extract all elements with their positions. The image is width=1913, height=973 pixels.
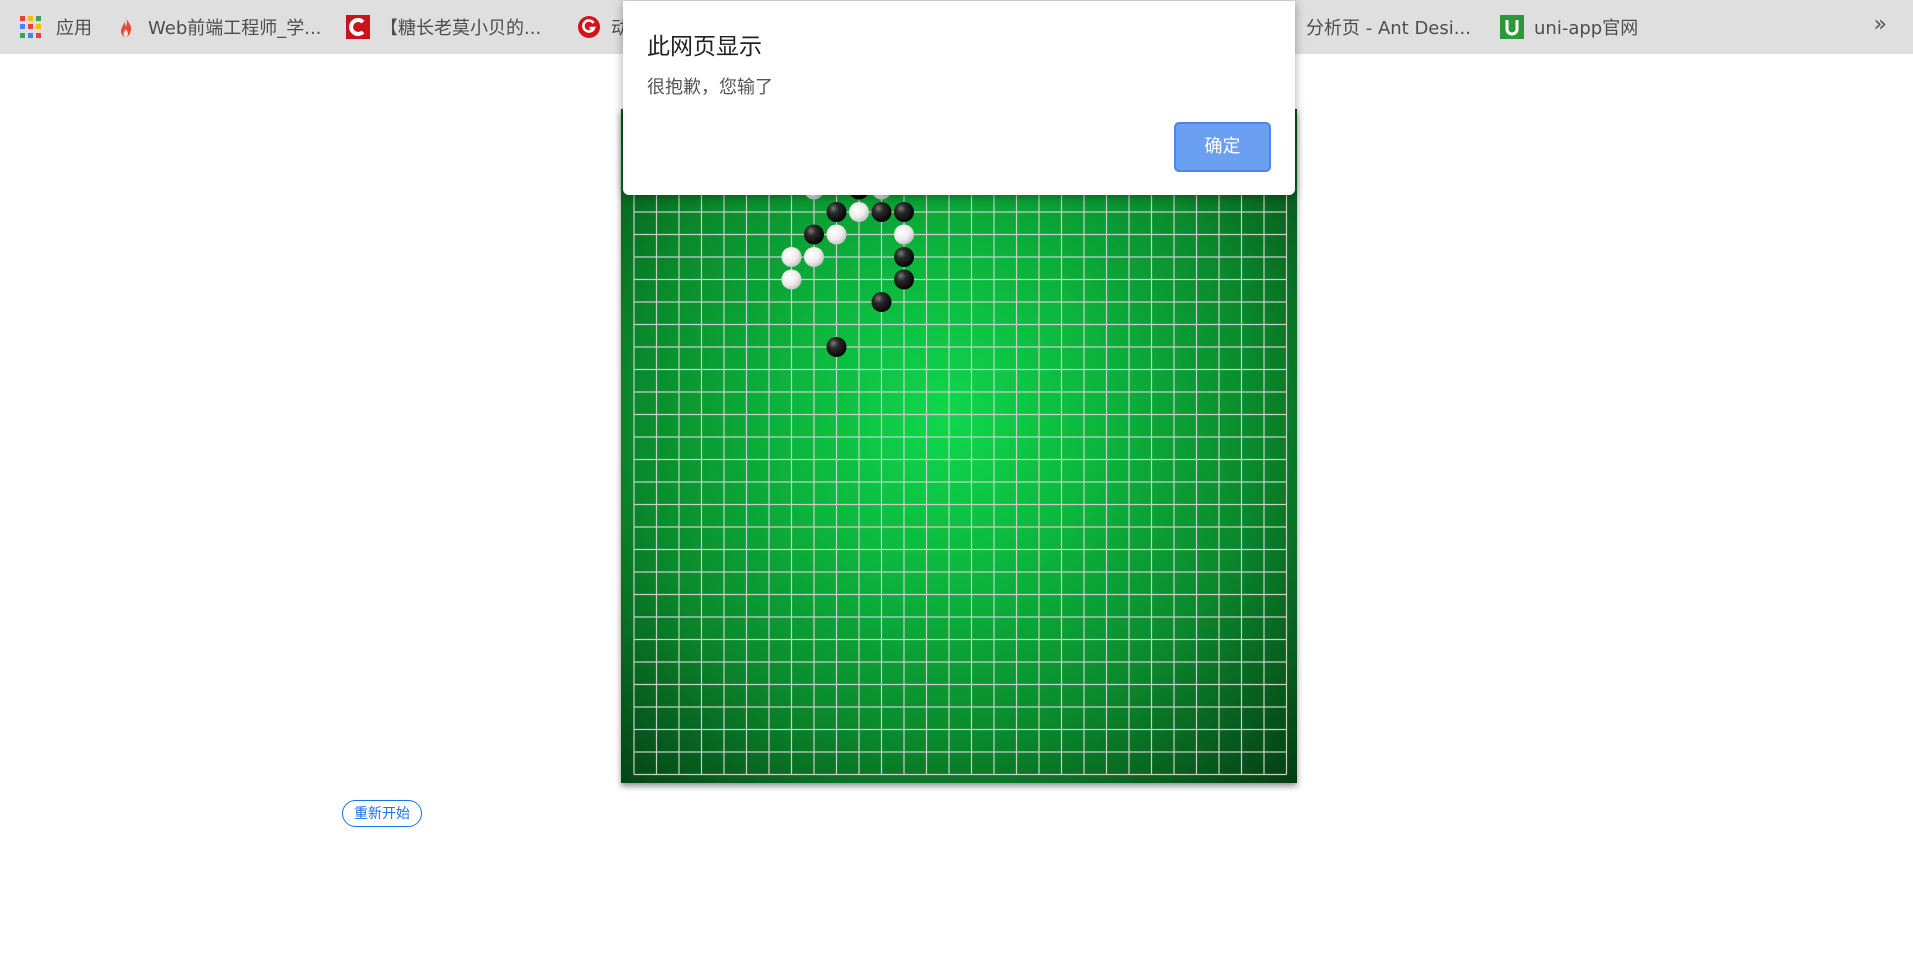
white-stone	[894, 224, 914, 245]
g-logo-icon	[578, 16, 600, 38]
bookmark-uni-app[interactable]: uni-app官网	[1500, 0, 1638, 54]
restart-button[interactable]: 重新开始	[342, 800, 422, 827]
apps-grid-icon	[20, 16, 42, 38]
white-stone	[804, 247, 824, 267]
ok-button[interactable]: 确定	[1174, 122, 1271, 172]
bookmark-apps[interactable]: 应用	[20, 0, 92, 54]
bookmark-label: uni-app官网	[1534, 18, 1639, 39]
board-canvas[interactable]	[621, 109, 1297, 783]
white-stone	[781, 269, 802, 290]
white-stone	[826, 224, 847, 245]
black-stone	[894, 202, 914, 222]
black-stone	[826, 202, 847, 222]
gomoku-board[interactable]	[621, 109, 1297, 783]
dialog-message: 很抱歉，您输了	[647, 77, 773, 98]
board-grid	[633, 121, 1288, 776]
white-stone	[781, 247, 802, 267]
white-stone	[849, 202, 869, 222]
bookmark-web-frontend[interactable]: Web前端工程师_学...	[114, 0, 321, 54]
u-logo-icon	[1500, 15, 1524, 39]
bookmark-label: 【糖长老莫小贝的...	[380, 18, 542, 39]
bookmark-tang-zhanglao[interactable]: 【糖长老莫小贝的...	[346, 0, 541, 54]
black-stone	[804, 224, 824, 245]
c-logo-icon	[346, 15, 370, 39]
alert-dialog: 此网页显示 很抱歉，您输了 确定	[623, 1, 1295, 195]
black-stone	[826, 337, 847, 357]
black-stone	[894, 269, 914, 290]
bookmark-ant-design[interactable]: 分析页 - Ant Desi...	[1306, 0, 1471, 54]
bookmark-dong[interactable]: 动	[577, 0, 629, 54]
bookmarks-more-icon[interactable]: »	[1874, 12, 1887, 37]
dialog-title: 此网页显示	[647, 34, 762, 60]
black-stone	[894, 247, 914, 267]
bookmark-label: 应用	[56, 18, 92, 39]
bookmark-label: Web前端工程师_学...	[148, 18, 322, 39]
flame-icon	[121, 17, 132, 37]
black-stone	[871, 292, 892, 312]
black-stone	[871, 202, 892, 222]
bookmark-label: 分析页 - Ant Desi...	[1306, 18, 1471, 39]
